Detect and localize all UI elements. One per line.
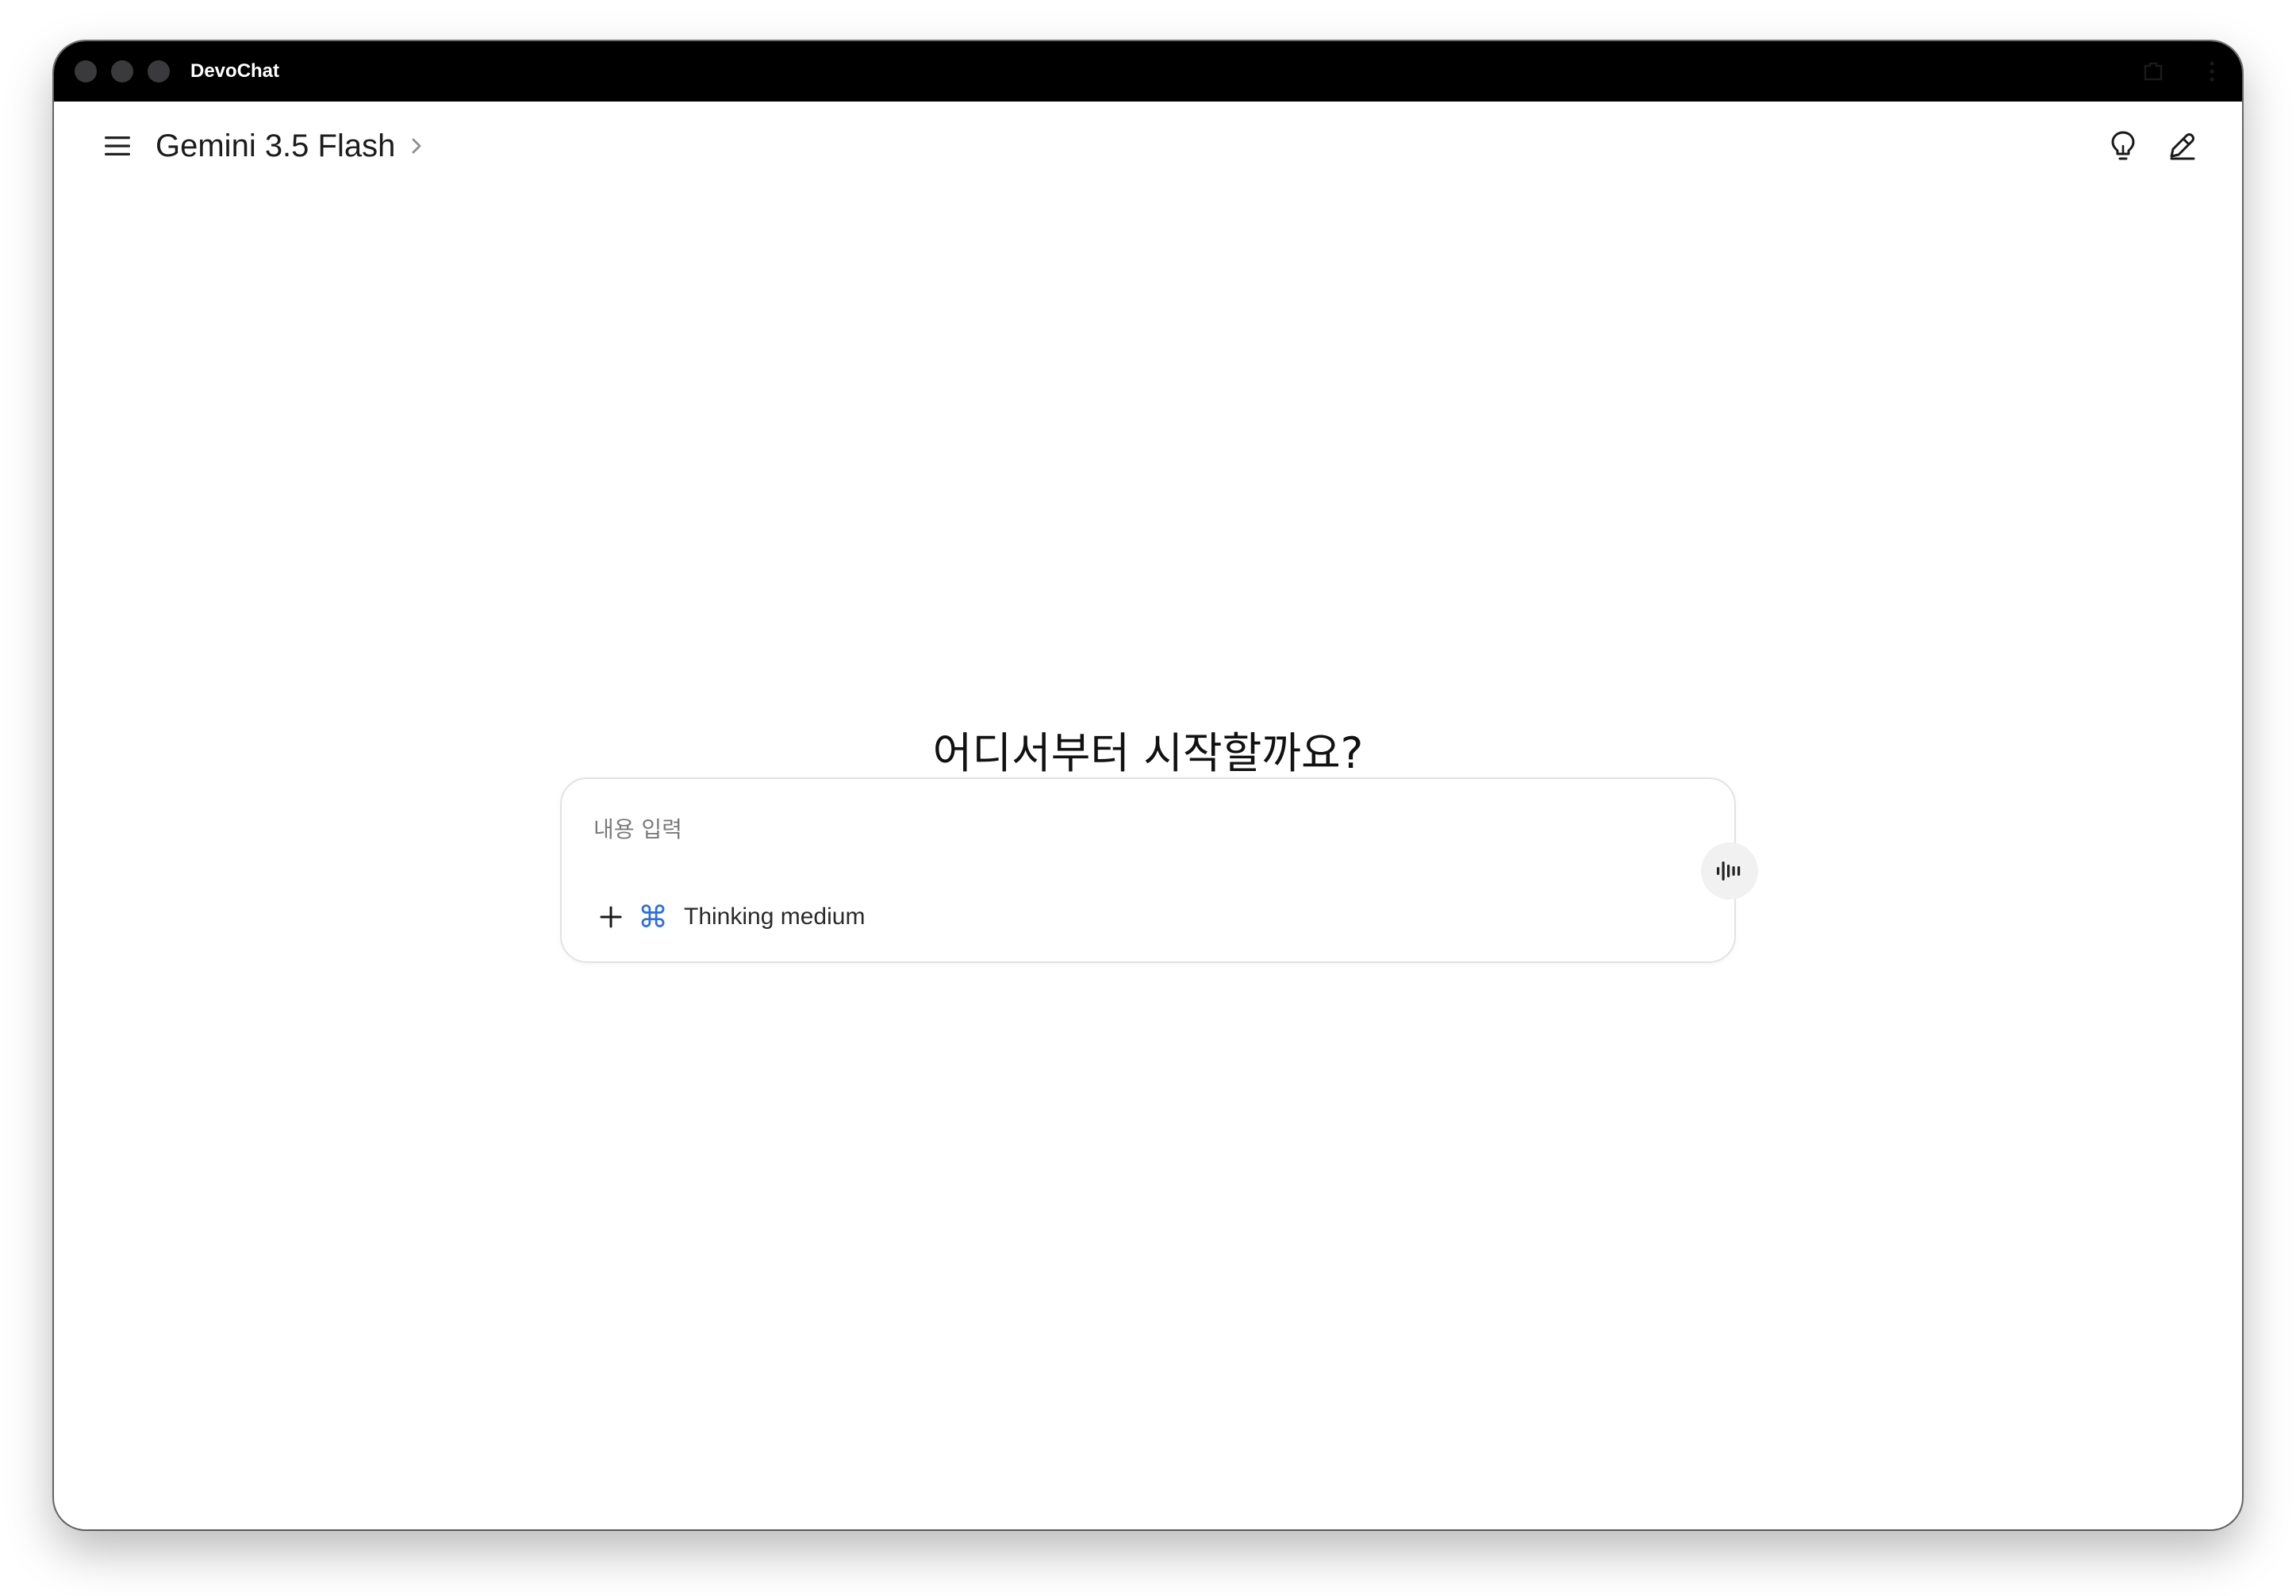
app-window: DevoChat Gemini 3.5 Flash 어디서부터 시작할까요? 내… <box>54 41 2242 1529</box>
edit-icon <box>2170 133 2195 160</box>
model-selector-button[interactable]: Gemini 3.5 Flash <box>155 124 425 168</box>
extension-icon[interactable] <box>2141 59 2166 84</box>
thinking-mode-label: Thinking medium <box>684 904 866 930</box>
window-title: DevoChat <box>190 60 280 82</box>
greeting-heading: 어디서부터 시작할까요? <box>932 728 1364 778</box>
model-name: Gemini 3.5 Flash <box>155 129 396 163</box>
chevron-right-icon <box>412 138 421 154</box>
message-input[interactable] <box>593 809 1625 849</box>
window-close-button[interactable] <box>75 60 97 82</box>
lightbulb-button[interactable] <box>2106 129 2141 163</box>
thinking-mode-button[interactable]: ⌘ Thinking medium <box>638 896 865 938</box>
window-minimize-button[interactable] <box>111 60 133 82</box>
menu-icon <box>105 136 130 155</box>
app-header: Gemini 3.5 Flash <box>54 102 2242 190</box>
new-chat-button[interactable] <box>2164 129 2199 163</box>
command-icon: ⌘ <box>638 900 668 934</box>
lightbulb-icon <box>2111 131 2135 160</box>
add-attachment-button[interactable] <box>593 900 628 934</box>
plus-icon <box>600 906 622 928</box>
voice-input-button[interactable] <box>1701 842 1758 900</box>
page: DevoChat Gemini 3.5 Flash 어디서부터 시작할까요? 내… <box>0 0 2296 1596</box>
more-vertical-icon[interactable] <box>2207 59 2217 84</box>
window-maximize-button[interactable] <box>148 60 170 82</box>
title-bar: DevoChat <box>54 41 2242 102</box>
message-composer: ⌘ Thinking medium <box>560 777 1758 963</box>
sidebar-toggle-button[interactable] <box>100 129 135 163</box>
audio-waveform-icon <box>1717 861 1741 880</box>
